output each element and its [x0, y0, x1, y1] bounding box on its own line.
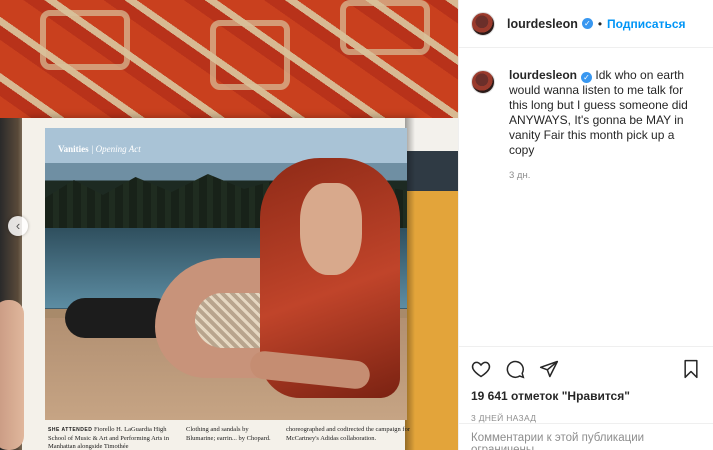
magazine-subsection: Opening Act — [95, 144, 141, 154]
comments-restricted-notice: Комментарии к этой публикации ограничены… — [459, 423, 713, 450]
caption-lead: Clothing and sandals by — [186, 426, 249, 433]
carousel-prev-button[interactable]: ‹ — [8, 216, 28, 236]
verified-badge-icon: ✓ — [581, 18, 593, 29]
magazine-section: Vanities — [58, 144, 89, 154]
avatar[interactable] — [471, 11, 495, 36]
heart-icon[interactable] — [471, 359, 491, 379]
username-link[interactable]: lourdesleon — [507, 17, 578, 31]
magazine-caption-col2: Clothing and sandals by Blumarine; earri… — [186, 426, 272, 443]
magazine-photo — [45, 128, 407, 420]
likes-count[interactable]: 19 641 отметок "Нравится" — [471, 389, 701, 403]
caption-text: Blumarine; earrin... by Chopard. — [186, 434, 271, 442]
action-icons — [471, 355, 701, 383]
magazine-caption-col1: SHE ATTENDED Fiorello H. LaGuardia High … — [48, 426, 178, 450]
magazine-section-header: Vanities | Opening Act — [58, 144, 141, 154]
figure-face — [300, 183, 362, 275]
post-date[interactable]: 3 ДНЕЙ НАЗАД — [471, 413, 701, 423]
caption-timestamp[interactable]: 3 дн. — [509, 168, 701, 183]
caption-body: lourdesleon ✓ Idk who on earth would wann… — [509, 68, 701, 183]
rug-pattern — [210, 20, 290, 90]
magazine-next-page — [405, 118, 458, 450]
rug-pattern — [40, 10, 130, 70]
comment-icon[interactable] — [505, 359, 525, 379]
follow-button[interactable]: Подписаться — [607, 17, 685, 31]
post-sidebar: lourdesleon ✓ • Подписаться lourdesleon ✓… — [458, 0, 713, 450]
verified-badge-icon: ✓ — [581, 72, 593, 83]
chevron-left-icon: ‹ — [15, 218, 21, 233]
post-actions: 19 641 отметок "Нравится" 3 ДНЕЙ НАЗАД — [459, 346, 713, 423]
avatar[interactable] — [471, 70, 495, 94]
rug-pattern — [340, 0, 430, 55]
share-icon[interactable] — [539, 359, 559, 379]
post-image[interactable]: Vanities | Opening Act SHE ATTENDED Fior… — [0, 0, 458, 450]
separator-dot: • — [597, 16, 603, 31]
caption-lead: SHE ATTENDED — [48, 427, 93, 433]
caption-text: choreographed and codirected the campaig… — [286, 426, 410, 442]
post-header: lourdesleon ✓ • Подписаться — [459, 0, 713, 48]
hand — [0, 300, 24, 450]
magazine-caption-col3: choreographed and codirected the campaig… — [286, 426, 410, 443]
bookmark-icon[interactable] — [681, 359, 701, 379]
post-caption: lourdesleon ✓ Idk who on earth would wann… — [459, 48, 713, 183]
caption-username-link[interactable]: lourdesleon — [509, 68, 577, 82]
